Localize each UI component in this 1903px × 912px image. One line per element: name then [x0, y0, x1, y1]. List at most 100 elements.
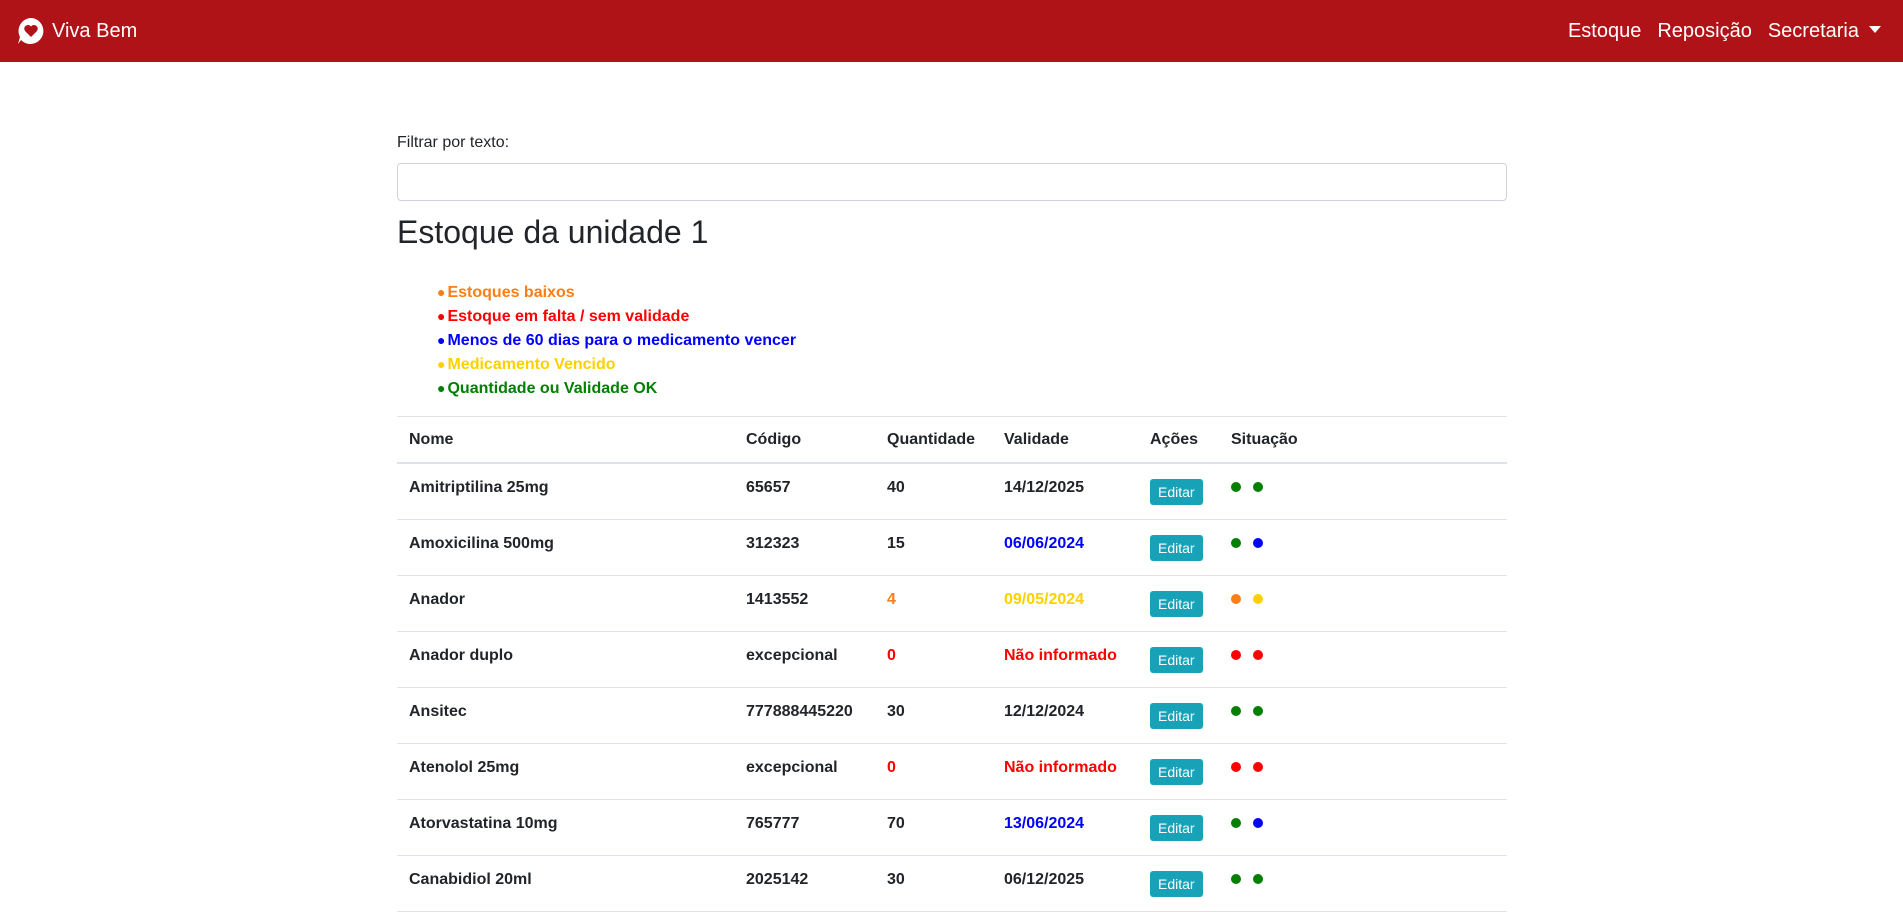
status-dot-icon: [1253, 705, 1263, 716]
legend-label: Estoque em falta / sem validade: [447, 308, 690, 325]
cell-validade: 14/12/2025: [992, 463, 1138, 520]
cell-nome-text: Anador duplo: [409, 646, 513, 664]
cell-quantidade-text: 40: [887, 478, 905, 496]
cell-situacao: [1219, 575, 1507, 632]
cell-nome: Atenolol 25mg: [397, 743, 734, 800]
nav-link-reposicao[interactable]: Reposição: [1657, 20, 1752, 43]
cell-situacao: [1219, 855, 1507, 912]
nav-dropdown-secretaria[interactable]: Secretaria: [1768, 20, 1881, 43]
cell-nome-text: Amoxicilina 500mg: [409, 534, 554, 552]
cell-codigo: excepcional: [734, 631, 875, 688]
column-header-validade: Validade: [992, 416, 1138, 464]
cell-nome-text: Atorvastatina 10mg: [409, 814, 558, 832]
cell-situacao: [1219, 799, 1507, 856]
cell-codigo-text: 2025142: [746, 870, 809, 888]
cell-codigo-text: 765777: [746, 814, 800, 832]
table-row: Ansitec 777888445220 30 12/12/2024 Editar: [397, 687, 1507, 744]
column-header-codigo: Código: [734, 416, 875, 464]
cell-codigo: 2025142: [734, 855, 875, 912]
edit-button[interactable]: Editar: [1150, 646, 1203, 673]
cell-validade: 12/12/2024: [992, 687, 1138, 744]
cell-validade-text: 14/12/2025: [1004, 478, 1085, 496]
cell-nome: Atorvastatina 10mg: [397, 799, 734, 856]
cell-quantidade: 40: [875, 463, 992, 520]
cell-codigo: 1413552: [734, 575, 875, 632]
cell-quantidade-text: 0: [887, 646, 896, 664]
edit-button[interactable]: Editar: [1150, 870, 1203, 897]
status-dot-icon: [1253, 761, 1263, 772]
table-header-row: Nome Código Quantidade Validade Ações Si…: [397, 416, 1507, 464]
cell-quantidade-text: 15: [887, 534, 905, 552]
cell-quantidade: 0: [875, 743, 992, 800]
cell-codigo-text: 312323: [746, 534, 800, 552]
status-dot-icon: [1231, 873, 1241, 884]
cell-codigo-text: 1413552: [746, 590, 809, 608]
legend-item: ● Estoques baixos: [437, 280, 796, 304]
cell-validade-text: Não informado: [1004, 758, 1117, 776]
cell-quantidade: 30: [875, 855, 992, 912]
cell-validade-text: 06/06/2024: [1004, 534, 1085, 552]
cell-quantidade-text: 0: [887, 758, 896, 776]
status-dot-icon: [1253, 481, 1263, 492]
status-dot-icon: [1231, 481, 1241, 492]
brand[interactable]: Viva Bem: [16, 0, 137, 62]
navbar: Viva Bem Estoque Reposição Secretaria: [0, 0, 1903, 62]
cell-validade: 06/12/2025: [992, 855, 1138, 912]
cell-nome-text: Anador: [409, 590, 465, 608]
legend-bullet-icon: ●: [437, 308, 446, 324]
nav-dropdown-label: Secretaria: [1767, 19, 1859, 42]
cell-validade-text: 13/06/2024: [1004, 814, 1085, 832]
legend-item: ● Quantidade ou Validade OK: [437, 376, 796, 400]
cell-situacao: [1219, 463, 1507, 520]
legend-item: ● Menos de 60 dias para o medicamento ven…: [437, 328, 796, 352]
cell-nome-text: Amitriptilina 25mg: [409, 478, 549, 496]
legend-label: Medicamento Vencido: [447, 356, 616, 373]
cell-quantidade: 30: [875, 687, 992, 744]
cell-acoes: Editar: [1138, 631, 1219, 688]
cell-nome: Anador duplo: [397, 631, 734, 688]
cell-codigo: 65657: [734, 463, 875, 520]
column-header-acoes: Ações: [1138, 416, 1219, 464]
legend-item: ● Estoque em falta / sem validade: [437, 304, 796, 328]
cell-nome: Ansitec: [397, 687, 734, 744]
nav-link-estoque[interactable]: Estoque: [1568, 20, 1641, 43]
edit-button[interactable]: Editar: [1150, 590, 1203, 617]
legend-label: Quantidade ou Validade OK: [447, 380, 658, 397]
cell-acoes: Editar: [1138, 687, 1219, 744]
table-row: Anador 1413552 4 09/05/2024 Editar: [397, 575, 1507, 632]
cell-nome: Anador: [397, 575, 734, 632]
legend-bullet-icon: ●: [437, 356, 446, 372]
cell-validade: Não informado: [992, 631, 1138, 688]
cell-codigo-text: 777888445220: [746, 702, 853, 720]
cell-acoes: Editar: [1138, 575, 1219, 632]
edit-button[interactable]: Editar: [1150, 534, 1203, 561]
brand-name[interactable]: Viva Bem: [52, 20, 137, 43]
cell-nome-text: Canabidiol 20ml: [409, 870, 532, 888]
cell-nome-text: Ansitec: [409, 702, 467, 720]
cell-acoes: Editar: [1138, 743, 1219, 800]
status-dot-icon: [1253, 873, 1263, 884]
cell-codigo-text: 65657: [746, 478, 791, 496]
cell-validade-text: Não informado: [1004, 646, 1117, 664]
cell-nome: Amoxicilina 500mg: [397, 519, 734, 576]
edit-button[interactable]: Editar: [1150, 702, 1203, 729]
edit-button[interactable]: Editar: [1150, 478, 1203, 505]
cell-situacao: [1219, 519, 1507, 576]
cell-nome: Canabidiol 20ml: [397, 855, 734, 912]
edit-button[interactable]: Editar: [1150, 758, 1203, 785]
status-dot-icon: [1253, 817, 1263, 828]
cell-quantidade: 15: [875, 519, 992, 576]
caret-down-icon: [1869, 25, 1881, 33]
legend-bullet-icon: ●: [437, 380, 446, 396]
status-dot-icon: [1231, 649, 1241, 660]
cell-nome: Amitriptilina 25mg: [397, 463, 734, 520]
cell-codigo: 312323: [734, 519, 875, 576]
cell-situacao: [1219, 631, 1507, 688]
edit-button[interactable]: Editar: [1150, 814, 1203, 841]
cell-validade: 13/06/2024: [992, 799, 1138, 856]
table-body: Amitriptilina 25mg 65657 40 14/12/2025 Edita…: [397, 463, 1507, 912]
cell-validade: 06/06/2024: [992, 519, 1138, 576]
status-dot-icon: [1231, 537, 1241, 548]
status-dot-icon: [1253, 537, 1263, 548]
filter-input[interactable]: [397, 163, 1507, 201]
